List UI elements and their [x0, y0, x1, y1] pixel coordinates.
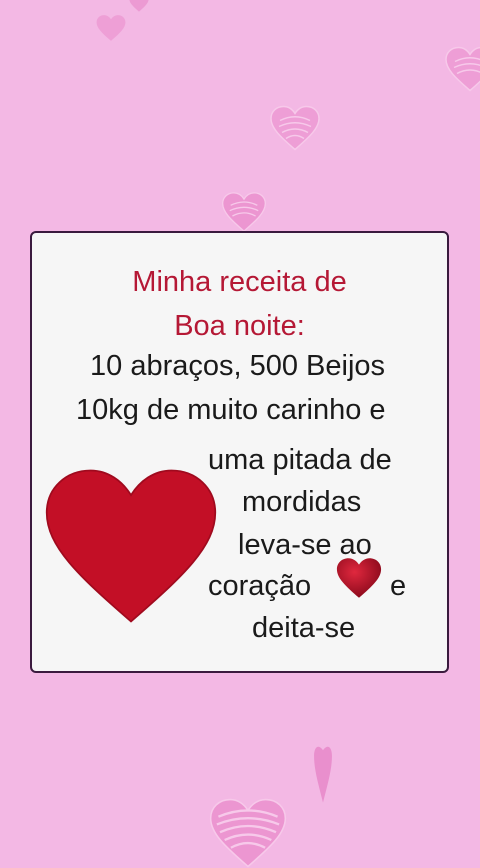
heart-decoration-icon: [209, 798, 287, 868]
heart-decoration-icon: [129, 0, 149, 12]
heart-decoration-icon: [221, 192, 267, 232]
recipe-line: coração: [208, 570, 312, 602]
recipe-subtitle: Boa noite:: [174, 310, 305, 342]
small-heart-icon: [336, 558, 382, 598]
heart-decoration-icon: [96, 15, 126, 41]
heart-decoration-icon: [445, 46, 480, 92]
recipe-line: uma pitada de: [208, 444, 392, 476]
recipe-title: Minha receita de: [132, 266, 347, 298]
recipe-card: Minha receita de Boa noite: 10 abraços, …: [30, 231, 449, 673]
recipe-line: e: [390, 570, 407, 602]
heart-decoration-icon: [270, 105, 320, 151]
recipe-line: 10kg de muito carinho e: [76, 394, 386, 426]
heart-decoration-icon: [314, 746, 332, 803]
big-heart-icon: [45, 469, 217, 623]
recipe-line: 10 abraços, 500 Beijos: [90, 350, 386, 382]
recipe-line: mordidas: [242, 486, 362, 518]
recipe-line: deita-se: [252, 612, 356, 644]
